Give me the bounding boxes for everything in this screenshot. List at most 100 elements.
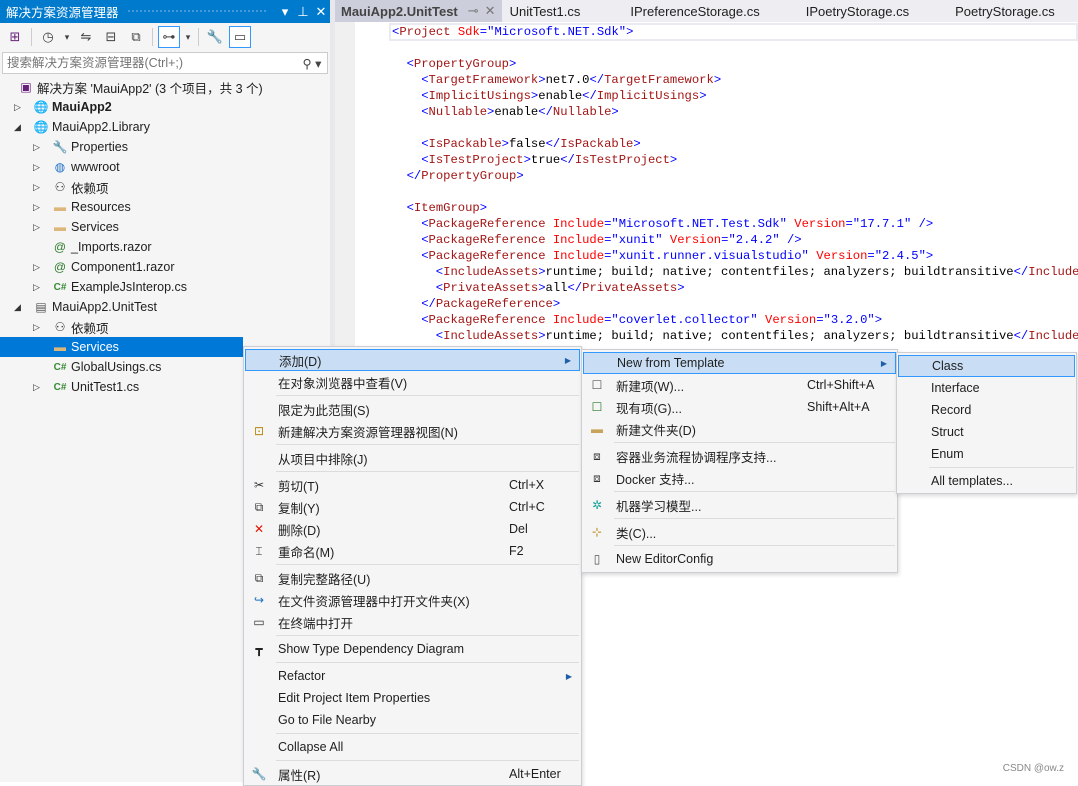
- menu-item-w[interactable]: ☐ 新建项(W)... Ctrl+Shift+A: [583, 374, 896, 396]
- tab-mauiapp2-unittest[interactable]: MauiApp2.UnitTest ⊸ ✕: [335, 0, 502, 22]
- menu-item-new-editorconfig[interactable]: ▯ New EditorConfig: [583, 548, 896, 570]
- collapse-all-icon[interactable]: ⊟: [100, 26, 122, 48]
- pin-icon[interactable]: ⊸: [468, 3, 479, 19]
- menu-item-d[interactable]: 添加(D) ▶: [245, 349, 580, 371]
- code-token: >: [611, 105, 619, 119]
- show-all-files-icon[interactable]: ⧉: [125, 26, 147, 48]
- wrench-icon[interactable]: 🔧: [204, 26, 226, 48]
- tree-item[interactable]: ▷ ▬ Resources: [0, 197, 330, 217]
- chevron-down-icon[interactable]: ▾: [62, 26, 72, 48]
- tree-item[interactable]: ▬ Services: [0, 337, 243, 357]
- menu-item-n[interactable]: ⊡ 新建解决方案资源管理器视图(N): [245, 420, 580, 442]
- tab-ipreferencestorage[interactable]: IPreferenceStorage.cs: [624, 0, 765, 22]
- search-input[interactable]: [7, 56, 297, 70]
- menu-item-d[interactable]: ▬ 新建文件夹(D): [583, 418, 896, 440]
- menu-item-label: Interface: [931, 381, 980, 395]
- collapsed-arrow-icon[interactable]: ▷: [33, 222, 43, 233]
- tab-poetrystorage[interactable]: PoetryStorage.cs: [949, 0, 1061, 22]
- menu-item-v[interactable]: 在对象浏览器中查看(V): [245, 371, 580, 393]
- collapsed-arrow-icon[interactable]: ▷: [14, 102, 24, 113]
- menu-item-c[interactable]: ⊹ 类(C)...: [583, 521, 896, 543]
- menu-item-m[interactable]: ⌶ 重命名(M) F2: [245, 540, 580, 562]
- tree-item[interactable]: ◢ 🌐 MauiApp2.Library: [0, 117, 330, 137]
- expanded-arrow-icon[interactable]: ◢: [14, 122, 24, 133]
- sync-icon[interactable]: ⇋: [75, 26, 97, 48]
- code-line: <IncludeAssets>runtime; build; native; c…: [436, 328, 1078, 344]
- tree-item[interactable]: ▣ 解决方案 'MauiApp2' (3 个项目，共 3 个): [0, 77, 330, 97]
- menu-item-enum[interactable]: Enum: [898, 443, 1075, 465]
- menu-item-all-templates[interactable]: All templates...: [898, 470, 1075, 492]
- menu-item-show-type-dependency-diagram[interactable]: ┳ Show Type Dependency Diagram: [245, 638, 580, 660]
- menu-item-label: 机器学习模型...: [616, 499, 702, 514]
- menu-item-x[interactable]: ↪ 在文件资源管理器中打开文件夹(X): [245, 589, 580, 611]
- close-icon[interactable]: ✕: [485, 3, 496, 19]
- collapsed-arrow-icon[interactable]: ▷: [33, 262, 43, 273]
- tab-unittest1[interactable]: UnitTest1.cs: [504, 0, 587, 22]
- menu-item-docker[interactable]: ⧈ Docker 支持...: [583, 467, 896, 489]
- collapsed-arrow-icon[interactable]: ▷: [33, 382, 43, 393]
- menu-item-item[interactable]: ✲ 机器学习模型...: [583, 494, 896, 516]
- menu-item-y[interactable]: ⧉ 复制(Y) Ctrl+C: [245, 496, 580, 518]
- search-icon[interactable]: ⚲ ▾: [297, 56, 327, 71]
- code-token: =": [604, 217, 619, 231]
- chevron-down-icon[interactable]: ▾: [183, 26, 193, 48]
- menu-item-shortcut: Ctrl+Shift+A: [807, 378, 875, 392]
- tree-item[interactable]: ▷ ⚇ 依赖项: [0, 177, 330, 197]
- collapsed-arrow-icon[interactable]: ▷: [33, 322, 43, 333]
- menu-item-go-to-file-nearby[interactable]: Go to File Nearby: [245, 709, 580, 731]
- code-token: =": [721, 233, 736, 247]
- menu-item-u[interactable]: ⧉ 复制完整路径(U): [245, 567, 580, 589]
- code-token: PackageReference: [428, 233, 546, 247]
- divider: [152, 28, 153, 46]
- code-token: Include: [545, 249, 605, 263]
- tree-item[interactable]: ▷ ⚇ 依赖项: [0, 317, 330, 337]
- tree-item[interactable]: ▷ 🌐 MauiApp2: [0, 97, 330, 117]
- preview-selected-icon[interactable]: ▭: [229, 26, 251, 48]
- menu-item-refactor[interactable]: Refactor ▶: [245, 665, 580, 687]
- pending-changes-icon[interactable]: ◷: [37, 26, 59, 48]
- tree-item[interactable]: ▷ C# ExampleJsInterop.cs: [0, 277, 330, 297]
- menu-item-record[interactable]: Record: [898, 399, 1075, 421]
- collapsed-arrow-icon[interactable]: ▷: [33, 142, 43, 153]
- menu-item-struct[interactable]: Struct: [898, 421, 1075, 443]
- code-token: PackageReference: [428, 249, 546, 263]
- menu-item-t[interactable]: ✂ 剪切(T) Ctrl+X: [245, 474, 580, 496]
- menu-item-new-from-template[interactable]: New from Template ▶: [583, 352, 896, 374]
- tree-item[interactable]: ▷ 🔧 Properties: [0, 137, 330, 157]
- code-token: >: [677, 281, 685, 295]
- menu-item-s[interactable]: 限定为此范围(S): [245, 398, 580, 420]
- tree-item[interactable]: ▷ ◍ wwwroot: [0, 157, 330, 177]
- menu-item-label: Enum: [931, 447, 964, 461]
- dropdown-icon[interactable]: ▾: [276, 4, 294, 20]
- code-token: ": [750, 313, 758, 327]
- tree-item[interactable]: ▷ ▬ Services: [0, 217, 330, 237]
- menu-item-collapse-all[interactable]: Collapse All: [245, 736, 580, 758]
- tree-item-label: MauiApp2: [52, 100, 112, 114]
- menu-item-label: 复制(Y): [278, 501, 320, 516]
- tab-label: IPoetryStorage.cs: [805, 3, 910, 19]
- collapsed-arrow-icon[interactable]: ▷: [33, 162, 43, 173]
- tree-item[interactable]: ◢ ▤ MauiApp2.UnitTest: [0, 297, 330, 317]
- collapsed-arrow-icon[interactable]: ▷: [33, 282, 43, 293]
- menu-item-item[interactable]: ▭ 在终端中打开: [245, 611, 580, 633]
- docker-icon: ⧈: [593, 470, 601, 485]
- menu-item-d[interactable]: ✕ 删除(D) Del: [245, 518, 580, 540]
- menu-item-interface[interactable]: Interface: [898, 377, 1075, 399]
- switch-views-icon[interactable]: ⊞: [4, 26, 26, 48]
- diagram-icon: ┳: [255, 642, 263, 656]
- tree-item[interactable]: ▷ @ Component1.razor: [0, 257, 330, 277]
- expanded-arrow-icon[interactable]: ◢: [14, 302, 24, 313]
- view-hierarchy-icon[interactable]: ⊶: [158, 26, 180, 48]
- menu-item-item[interactable]: ⧈ 容器业务流程协调程序支持...: [583, 445, 896, 467]
- menu-item-class[interactable]: Class: [898, 355, 1075, 377]
- pin-icon[interactable]: ⊥: [294, 4, 312, 20]
- menu-item-g[interactable]: ☐ 现有项(G)... Shift+Alt+A: [583, 396, 896, 418]
- collapsed-arrow-icon[interactable]: ▷: [33, 182, 43, 193]
- tab-ipoetrystorage[interactable]: IPoetryStorage.cs: [800, 0, 915, 22]
- close-icon[interactable]: ✕: [312, 4, 330, 20]
- menu-item-edit-project-item-properties[interactable]: Edit Project Item Properties: [245, 687, 580, 709]
- collapsed-arrow-icon[interactable]: ▷: [33, 202, 43, 213]
- submenu-arrow-icon: ▶: [880, 358, 887, 368]
- tree-item[interactable]: @ _Imports.razor: [0, 237, 330, 257]
- menu-item-j[interactable]: 从项目中排除(J): [245, 447, 580, 469]
